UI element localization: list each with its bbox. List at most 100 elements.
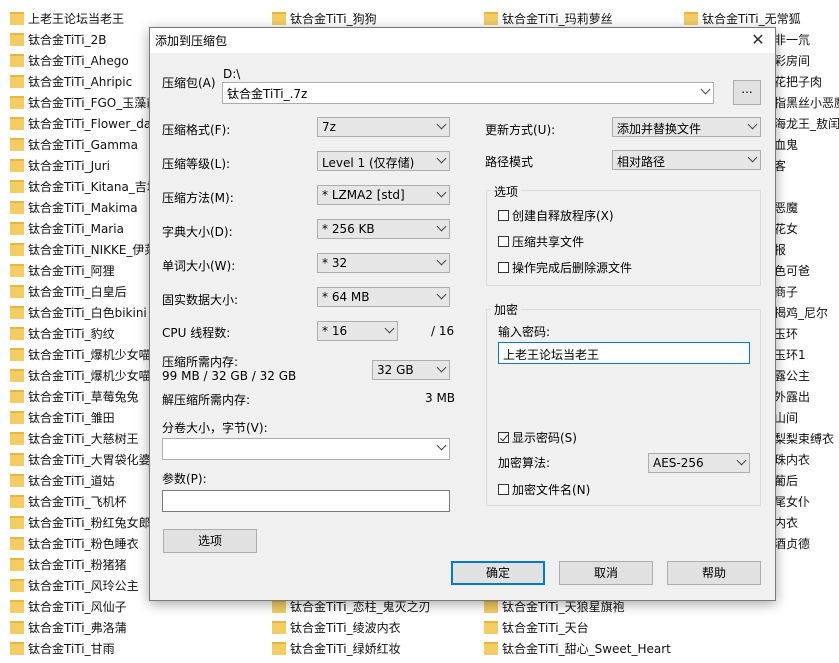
folder-item[interactable]: 钛合金TiTi_Ahego [10,51,149,71]
options-button[interactable]: 选项 [163,529,257,553]
folder-item[interactable]: 钛合金TiTi_粉猪猪 [10,555,149,575]
folder-item[interactable]: 钛合金TiTi_Kitana_吉塔娜 [10,177,149,197]
folder-item[interactable]: 钛合金TiTi_雏田 [10,408,149,428]
folder-item[interactable]: 钛合金TiTi_风玲公主 [10,576,149,596]
folder-item-partial[interactable]: 珠内衣 [774,450,839,470]
folder-item-partial[interactable]: 指黑丝小恶魔 [774,93,839,113]
folder-item[interactable]: 钛合金TiTi_绿娇红妆 [272,639,472,659]
folder-item[interactable]: 钛合金TiTi_粉红兔女郎 [10,513,149,533]
folder-item[interactable]: 钛合金TiTi_Makima [10,198,149,218]
folder-item[interactable]: 钛合金TiTi_飞机杯 [10,492,149,512]
folder-item-partial[interactable]: 露公主 [774,366,839,386]
folder-item-partial[interactable]: 商子 [774,282,839,302]
folder-item[interactable]: 钛合金TiTi_弗洛蒲 [10,618,149,638]
folder-name: 外露出 [774,390,811,404]
archive-name-combo[interactable]: 钛合金TiTi_.7z [222,82,714,104]
folder-name: 钛合金TiTi_爆机少女喵小吉 [28,369,149,383]
word-label: 单词大小(W): [162,259,236,273]
folder-item[interactable]: 钛合金TiTi_草莓兔兔 [10,387,149,407]
folder-item-partial[interactable]: 尾女仆 [774,492,839,512]
folder-item[interactable]: 钛合金TiTi_爆机少女喵小吉 [10,345,149,365]
shared-files-checkbox[interactable]: 压缩共享文件 [498,233,584,250]
folder-item[interactable]: 钛合金TiTi_玛莉萝丝 [484,9,674,29]
folder-icon [10,201,24,214]
folder-item[interactable]: 钛合金TiTi_Flower_dance [10,114,149,134]
folder-name: 钛合金TiTi_白色bikini [28,306,147,320]
word-select[interactable]: * 32 [317,253,450,273]
show-password-label: 显示密码(S) [512,431,577,445]
solid-select[interactable]: * 64 MB [317,287,450,307]
folder-item[interactable]: 上老王论坛当老王 [10,9,149,29]
folder-item-partial[interactable]: 彩房间 [774,51,839,71]
folder-item-partial[interactable]: 花女 [774,219,839,239]
ok-button[interactable]: 确定 [451,561,545,585]
memory-select[interactable]: 32 GB [372,360,450,380]
encrypt-filenames-checkbox[interactable]: 加密文件名(N) [498,481,590,498]
folder-item[interactable]: 钛合金TiTi_甜心_Sweet_Heart [484,639,684,659]
folder-item-partial[interactable]: 海龙王_敖闰 [774,114,839,134]
folder-item-partial[interactable]: 客 [774,156,839,176]
folder-item[interactable]: 钛合金TiTi_FGO_玉藻前 [10,93,149,113]
folder-name: 钛合金TiTi_甜心_Sweet_Heart [502,642,671,656]
folder-item[interactable]: 钛合金TiTi_NIKKE_伊莱格 [10,240,149,260]
folder-icon [272,621,286,634]
folder-item[interactable]: 钛合金TiTi_大胃袋化婆鼎 [10,450,149,470]
folder-item[interactable]: 钛合金TiTi_天台 [484,618,684,638]
folder-item-partial[interactable]: 血鬼 [774,135,839,155]
folder-item[interactable]: 钛合金TiTi_道姑 [10,471,149,491]
folder-item-partial[interactable]: 报 [774,240,839,260]
method-select[interactable]: * LZMA2 [std] [317,185,450,205]
folder-item[interactable]: 钛合金TiTi_爆机少女喵小吉 [10,366,149,386]
delete-after-checkbox[interactable]: 操作完成后删除源文件 [498,259,632,276]
folder-item[interactable]: 钛合金TiTi_Ahripic [10,72,149,92]
folder-item-partial[interactable]: 酒贞德 [774,534,839,554]
close-icon[interactable]: ✕ [741,28,775,53]
folder-item[interactable]: 钛合金TiTi_Gamma [10,135,149,155]
level-select[interactable]: Level 1 (仅存储) [317,151,450,171]
folder-item-partial[interactable]: 内衣 [774,513,839,533]
browse-button[interactable]: ... [733,80,761,105]
cpu-select[interactable]: * 16 [317,321,398,341]
dict-value: * 256 KB [322,222,375,236]
title-bar[interactable]: 添加到压缩包 ✕ [150,28,775,53]
folder-item-partial[interactable]: 恶魔 [774,198,839,218]
folder-item-partial[interactable]: 葡后 [774,471,839,491]
chevron-down-icon [384,323,395,334]
format-select[interactable]: 7z [317,117,450,137]
folder-item-partial[interactable]: 揭鸡_尼尔 [774,303,839,323]
folder-item[interactable]: 钛合金TiTi_甘雨 [10,639,149,659]
folder-item[interactable]: 钛合金TiTi_Juri [10,156,149,176]
folder-item[interactable]: 钛合金TiTi_无常狐 [684,9,834,29]
encryption-method-select[interactable]: AES-256 [648,453,750,473]
folder-item[interactable]: 钛合金TiTi_白皇后 [10,282,149,302]
folder-item[interactable]: 钛合金TiTi_风仙子 [10,597,149,617]
params-input[interactable] [162,490,450,512]
path-mode-select[interactable]: 相对路径 [612,150,761,170]
show-password-checkbox[interactable]: 显示密码(S) [498,429,577,446]
folder-item-partial[interactable]: 花把子肉 [774,72,839,92]
folder-item[interactable]: 钛合金TiTi_粉色睡衣 [10,534,149,554]
folder-item[interactable]: 钛合金TiTi_2B [10,30,149,50]
folder-item[interactable]: 钛合金TiTi_绫波内衣 [272,618,472,638]
dict-select[interactable]: * 256 KB [317,219,450,239]
split-combo[interactable] [162,438,450,460]
cancel-button[interactable]: 取消 [559,561,653,585]
sfx-checkbox[interactable]: 创建自释放程序(X) [498,207,614,224]
folder-item[interactable]: 钛合金TiTi_阿狸 [10,261,149,281]
folder-item-partial[interactable]: 非一氘 [774,30,839,50]
folder-item-partial[interactable]: 玉环 [774,324,839,344]
password-input[interactable]: 上老王论坛当老王 [498,342,750,364]
folder-item[interactable]: 钛合金TiTi_狗狗 [272,9,462,29]
folder-item[interactable]: 钛合金TiTi_Maria [10,219,149,239]
folder-item[interactable]: 钛合金TiTi_白色bikini [10,303,149,323]
folder-item-partial[interactable]: 玉环1 [774,345,839,365]
folder-item-partial[interactable]: 梨梨束缚衣 [774,429,839,449]
folder-item-partial[interactable]: 外露出 [774,387,839,407]
folder-item[interactable]: 钛合金TiTi_豹纹 [10,324,149,344]
help-button[interactable]: 帮助 [667,561,761,585]
folder-item-partial[interactable]: 色可爸 [774,261,839,281]
folder-item-partial[interactable]: 山间 [774,408,839,428]
update-mode-select[interactable]: 添加并替换文件 [612,117,761,137]
folder-item[interactable]: 钛合金TiTi_大慈树王 [10,429,149,449]
folder-name: 钛合金TiTi_Kitana_吉塔娜 [28,180,149,194]
